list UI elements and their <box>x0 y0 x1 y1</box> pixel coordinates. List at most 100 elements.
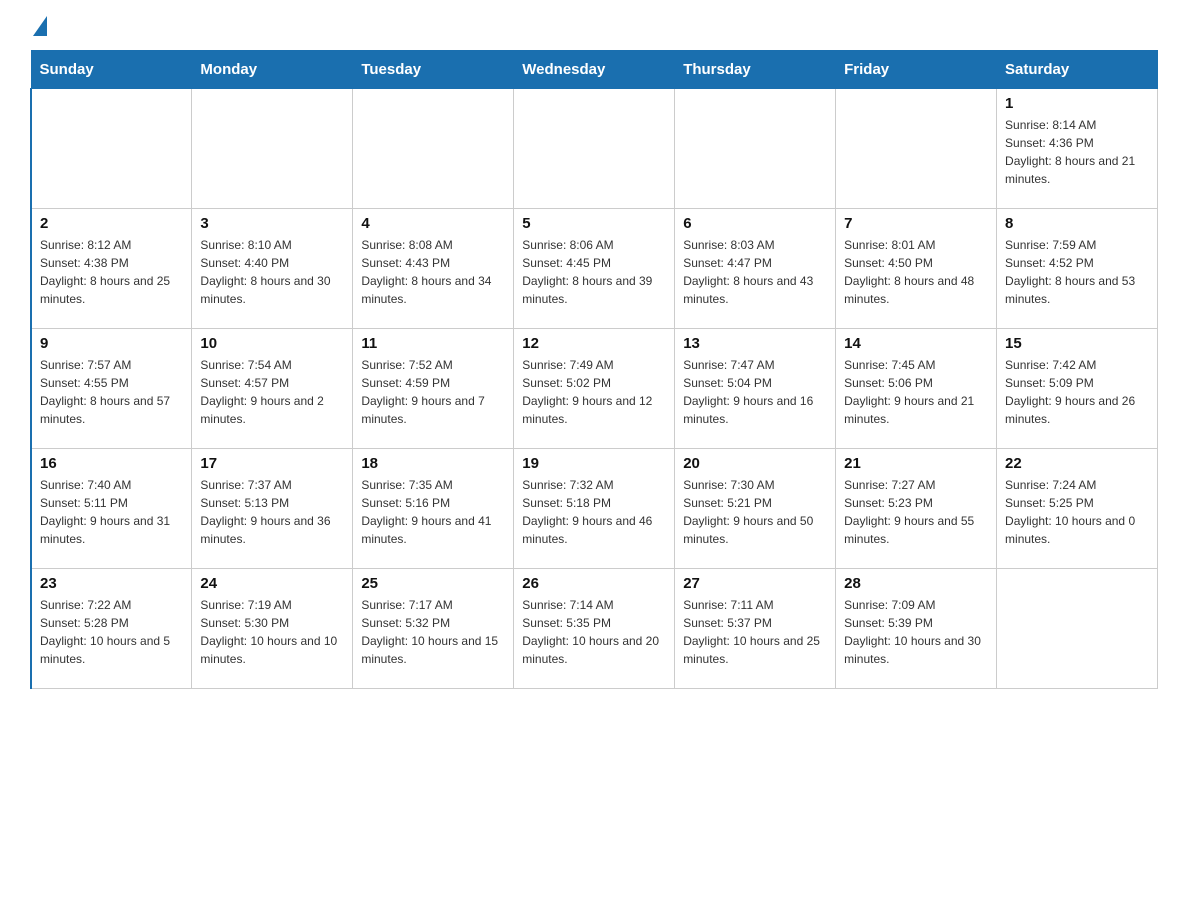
day-info: Sunrise: 7:47 AM Sunset: 5:04 PM Dayligh… <box>683 356 827 428</box>
day-number: 24 <box>200 575 344 592</box>
day-number: 17 <box>200 455 344 472</box>
calendar-week-3: 9 Sunrise: 7:57 AM Sunset: 4:55 PM Daylig… <box>31 329 1158 449</box>
calendar-cell: 27 Sunrise: 7:11 AM Sunset: 5:37 PM Dayli… <box>675 569 836 689</box>
day-info: Sunrise: 7:30 AM Sunset: 5:21 PM Dayligh… <box>683 476 827 548</box>
day-number: 10 <box>200 335 344 352</box>
day-number: 16 <box>40 455 183 472</box>
calendar-cell: 14 Sunrise: 7:45 AM Sunset: 5:06 PM Dayli… <box>836 329 997 449</box>
day-info: Sunrise: 7:22 AM Sunset: 5:28 PM Dayligh… <box>40 596 183 668</box>
logo-triangle-icon <box>33 16 47 36</box>
calendar-cell <box>675 89 836 209</box>
calendar-cell <box>836 89 997 209</box>
day-info: Sunrise: 8:10 AM Sunset: 4:40 PM Dayligh… <box>200 236 344 308</box>
header-day-monday: Monday <box>192 51 353 89</box>
calendar-cell: 19 Sunrise: 7:32 AM Sunset: 5:18 PM Dayli… <box>514 449 675 569</box>
day-number: 9 <box>40 335 183 352</box>
day-number: 23 <box>40 575 183 592</box>
calendar-week-5: 23 Sunrise: 7:22 AM Sunset: 5:28 PM Dayli… <box>31 569 1158 689</box>
calendar-cell: 12 Sunrise: 7:49 AM Sunset: 5:02 PM Dayli… <box>514 329 675 449</box>
day-number: 4 <box>361 215 505 232</box>
calendar-cell: 3 Sunrise: 8:10 AM Sunset: 4:40 PM Daylig… <box>192 209 353 329</box>
header-day-saturday: Saturday <box>997 51 1158 89</box>
day-info: Sunrise: 7:32 AM Sunset: 5:18 PM Dayligh… <box>522 476 666 548</box>
day-info: Sunrise: 7:52 AM Sunset: 4:59 PM Dayligh… <box>361 356 505 428</box>
calendar-cell: 13 Sunrise: 7:47 AM Sunset: 5:04 PM Dayli… <box>675 329 836 449</box>
day-info: Sunrise: 8:08 AM Sunset: 4:43 PM Dayligh… <box>361 236 505 308</box>
calendar-cell <box>192 89 353 209</box>
day-info: Sunrise: 7:45 AM Sunset: 5:06 PM Dayligh… <box>844 356 988 428</box>
header-day-tuesday: Tuesday <box>353 51 514 89</box>
day-info: Sunrise: 8:03 AM Sunset: 4:47 PM Dayligh… <box>683 236 827 308</box>
day-number: 2 <box>40 215 183 232</box>
calendar-cell: 28 Sunrise: 7:09 AM Sunset: 5:39 PM Dayli… <box>836 569 997 689</box>
day-number: 12 <box>522 335 666 352</box>
day-number: 28 <box>844 575 988 592</box>
calendar-cell: 7 Sunrise: 8:01 AM Sunset: 4:50 PM Daylig… <box>836 209 997 329</box>
calendar-cell <box>514 89 675 209</box>
day-info: Sunrise: 8:06 AM Sunset: 4:45 PM Dayligh… <box>522 236 666 308</box>
day-info: Sunrise: 7:11 AM Sunset: 5:37 PM Dayligh… <box>683 596 827 668</box>
day-number: 22 <box>1005 455 1149 472</box>
calendar-cell: 2 Sunrise: 8:12 AM Sunset: 4:38 PM Daylig… <box>31 209 192 329</box>
calendar-cell: 22 Sunrise: 7:24 AM Sunset: 5:25 PM Dayli… <box>997 449 1158 569</box>
day-info: Sunrise: 7:42 AM Sunset: 5:09 PM Dayligh… <box>1005 356 1149 428</box>
calendar-cell <box>353 89 514 209</box>
calendar-cell: 15 Sunrise: 7:42 AM Sunset: 5:09 PM Dayli… <box>997 329 1158 449</box>
calendar-header-row: SundayMondayTuesdayWednesdayThursdayFrid… <box>31 51 1158 89</box>
day-number: 14 <box>844 335 988 352</box>
day-number: 6 <box>683 215 827 232</box>
calendar-cell: 26 Sunrise: 7:14 AM Sunset: 5:35 PM Dayli… <box>514 569 675 689</box>
calendar-cell: 18 Sunrise: 7:35 AM Sunset: 5:16 PM Dayli… <box>353 449 514 569</box>
logo <box>30 20 47 34</box>
day-info: Sunrise: 7:17 AM Sunset: 5:32 PM Dayligh… <box>361 596 505 668</box>
day-info: Sunrise: 7:24 AM Sunset: 5:25 PM Dayligh… <box>1005 476 1149 548</box>
day-info: Sunrise: 7:35 AM Sunset: 5:16 PM Dayligh… <box>361 476 505 548</box>
day-number: 7 <box>844 215 988 232</box>
calendar-cell: 6 Sunrise: 8:03 AM Sunset: 4:47 PM Daylig… <box>675 209 836 329</box>
day-number: 27 <box>683 575 827 592</box>
day-info: Sunrise: 7:09 AM Sunset: 5:39 PM Dayligh… <box>844 596 988 668</box>
day-info: Sunrise: 7:54 AM Sunset: 4:57 PM Dayligh… <box>200 356 344 428</box>
day-number: 13 <box>683 335 827 352</box>
calendar-cell: 21 Sunrise: 7:27 AM Sunset: 5:23 PM Dayli… <box>836 449 997 569</box>
day-number: 19 <box>522 455 666 472</box>
calendar-cell: 11Sunrise: 7:52 AM Sunset: 4:59 PM Dayli… <box>353 329 514 449</box>
page-header <box>30 20 1158 34</box>
day-info: Sunrise: 7:14 AM Sunset: 5:35 PM Dayligh… <box>522 596 666 668</box>
calendar-cell <box>997 569 1158 689</box>
day-info: Sunrise: 8:01 AM Sunset: 4:50 PM Dayligh… <box>844 236 988 308</box>
day-info: Sunrise: 8:14 AM Sunset: 4:36 PM Dayligh… <box>1005 116 1149 188</box>
calendar-cell <box>31 89 192 209</box>
header-day-wednesday: Wednesday <box>514 51 675 89</box>
calendar-week-2: 2 Sunrise: 8:12 AM Sunset: 4:38 PM Daylig… <box>31 209 1158 329</box>
day-info: Sunrise: 7:49 AM Sunset: 5:02 PM Dayligh… <box>522 356 666 428</box>
calendar-cell: 24 Sunrise: 7:19 AM Sunset: 5:30 PM Dayli… <box>192 569 353 689</box>
calendar-cell: 4 Sunrise: 8:08 AM Sunset: 4:43 PM Daylig… <box>353 209 514 329</box>
day-number: 26 <box>522 575 666 592</box>
day-info: Sunrise: 7:27 AM Sunset: 5:23 PM Dayligh… <box>844 476 988 548</box>
calendar-cell: 8 Sunrise: 7:59 AM Sunset: 4:52 PM Daylig… <box>997 209 1158 329</box>
day-number: 25 <box>361 575 505 592</box>
day-info: Sunrise: 7:19 AM Sunset: 5:30 PM Dayligh… <box>200 596 344 668</box>
header-day-friday: Friday <box>836 51 997 89</box>
day-number: 15 <box>1005 335 1149 352</box>
day-number: 8 <box>1005 215 1149 232</box>
day-info: Sunrise: 7:37 AM Sunset: 5:13 PM Dayligh… <box>200 476 344 548</box>
calendar-cell: 17 Sunrise: 7:37 AM Sunset: 5:13 PM Dayli… <box>192 449 353 569</box>
calendar-table: SundayMondayTuesdayWednesdayThursdayFrid… <box>30 50 1158 689</box>
header-day-sunday: Sunday <box>31 51 192 89</box>
day-info: Sunrise: 8:12 AM Sunset: 4:38 PM Dayligh… <box>40 236 183 308</box>
day-info: Sunrise: 7:59 AM Sunset: 4:52 PM Dayligh… <box>1005 236 1149 308</box>
calendar-cell: 1 Sunrise: 8:14 AM Sunset: 4:36 PM Daylig… <box>997 89 1158 209</box>
day-number: 5 <box>522 215 666 232</box>
calendar-cell: 25 Sunrise: 7:17 AM Sunset: 5:32 PM Dayli… <box>353 569 514 689</box>
day-number: 18 <box>361 455 505 472</box>
day-number: 20 <box>683 455 827 472</box>
day-info: Sunrise: 7:57 AM Sunset: 4:55 PM Dayligh… <box>40 356 183 428</box>
calendar-cell: 16Sunrise: 7:40 AM Sunset: 5:11 PM Dayli… <box>31 449 192 569</box>
day-number: 21 <box>844 455 988 472</box>
day-number: 1 <box>1005 95 1149 112</box>
calendar-cell: 10 Sunrise: 7:54 AM Sunset: 4:57 PM Dayli… <box>192 329 353 449</box>
header-day-thursday: Thursday <box>675 51 836 89</box>
day-number: 3 <box>200 215 344 232</box>
